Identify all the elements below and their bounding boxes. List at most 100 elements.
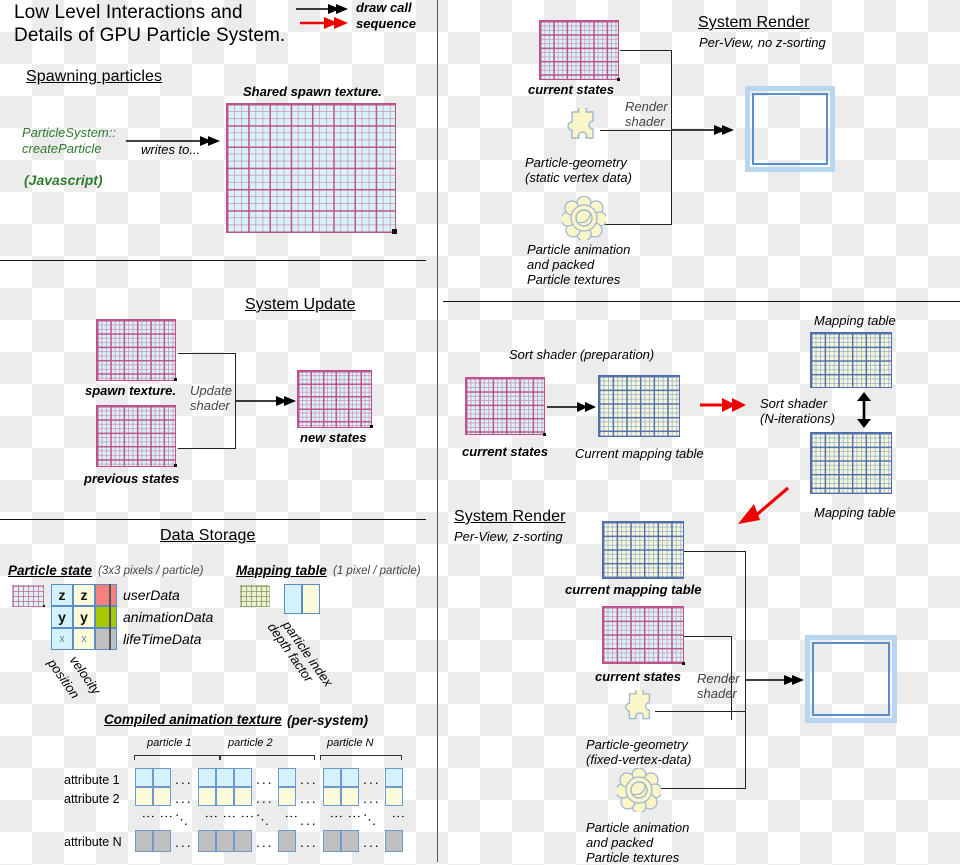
puzzle-piece-icon (624, 690, 651, 720)
render-bottom-shader-label-line1: Render (697, 671, 740, 686)
compiled-animation-ellipsis: ... (363, 771, 381, 787)
sort-mapping-table-top-label: Mapping table (814, 313, 896, 328)
render-bottom-animation-label-line1: Particle animation (586, 820, 690, 835)
puzzle-piece-icon (567, 108, 594, 139)
particle-state-row-label-1: animationData (123, 609, 214, 625)
particle-state-cell-1-2 (95, 606, 117, 628)
compiled-animation-diagonal-ellipsis: ⋱ (175, 812, 190, 827)
previous-states-input (96, 405, 176, 467)
update-shader-label-line2: shader (190, 398, 230, 413)
compiled-animation-ellipsis: ... (175, 771, 193, 787)
render-top-line-from-states (620, 50, 672, 52)
particle-state-row-label-0: userData (123, 587, 180, 603)
compiled-animation-diagonal-ellipsis: ⋱ (363, 812, 378, 827)
particle-state-cell-2-2 (95, 628, 117, 650)
gear-flower-icon (617, 768, 661, 812)
source-label-line2: createParticle (22, 141, 102, 156)
render-top-line-from-geometry (600, 130, 672, 132)
compiled-animation-vertical-ellipsis: ⋮ (159, 810, 174, 824)
compiled-animation-cell (135, 768, 153, 787)
render-bottom-line-from-animation (655, 788, 746, 790)
particle-state-third-column-divider (109, 584, 111, 650)
update-shader-line-bottom (178, 448, 236, 450)
render-bottom-outer-vertical (745, 551, 747, 789)
new-states-output-dot (370, 425, 373, 428)
compiled-animation-group-label-2: particle N (327, 737, 374, 749)
compiled-animation-vertical-ellipsis: ⋮ (329, 810, 344, 824)
render-top-output-arrow (672, 125, 734, 135)
compiled-animation-vertical-ellipsis: ⋮ (391, 810, 406, 824)
spawn-texture-input (96, 319, 176, 381)
compiled-animation-ellipsis: ... (175, 790, 193, 806)
compiled-animation-ellipsis: ... (300, 812, 318, 828)
render-top-geometry-label-line2: (static vertex data) (525, 170, 632, 185)
render-top-geometry-label-line1: Particle-geometry (525, 155, 627, 170)
legend-draw-call-label: draw call (356, 0, 412, 15)
compiled-animation-ellipsis: ... (256, 771, 274, 787)
render-top-animation-label-line2: and packed (527, 257, 595, 272)
render-top-current-states-texture (539, 20, 619, 80)
compiled-animation-diagonal-ellipsis: ⋱ (256, 812, 271, 827)
compiled-animation-vertical-ellipsis: ⋮ (240, 810, 255, 824)
compiled-animation-cell (216, 768, 234, 787)
compiled-animation-cell (216, 787, 234, 806)
compiled-animation-cell (198, 787, 216, 806)
screen-frame-inner (752, 93, 828, 165)
compiled-animation-ellipsis: ... (363, 790, 381, 806)
particle-state-cell-1-1: y (73, 606, 95, 628)
compiled-animation-bracket-1 (220, 755, 315, 760)
sort-iteration-double-arrow (857, 392, 871, 428)
compiled-animation-cell (135, 787, 153, 806)
render-bottom-geometry-label-line1: Particle-geometry (586, 737, 688, 752)
sort-mapping-table-bottom-texture (810, 432, 892, 494)
compiled-animation-cell (385, 787, 403, 806)
compiled-animation-cell (385, 830, 403, 852)
legend-sequence-arrow (300, 17, 348, 29)
sort-prep-label: Sort shader (preparation) (509, 347, 655, 362)
render-bottom-shader-label-line2: shader (697, 686, 737, 701)
compiled-animation-cell (153, 787, 171, 806)
sequence-arrow-to-sort (700, 398, 746, 412)
sort-shader-label-line2: (N-iterations) (760, 411, 836, 426)
mapping-table-subtitle: (1 pixel / particle) (333, 565, 421, 577)
diagram-canvas: Low Level Interactions and Details of GP… (0, 0, 960, 865)
compiled-animation-cell (234, 830, 252, 852)
compiled-animation-cell (323, 830, 341, 852)
divider-vertical-center (437, 0, 438, 862)
compiled-animation-cell (216, 830, 234, 852)
compiled-animation-vertical-ellipsis: ⋮ (284, 810, 299, 824)
compiled-animation-title: Compiled animation texture (104, 712, 282, 727)
compiled-animation-group-label-1: particle 2 (228, 737, 273, 749)
sort-mapping-table-top-texture (810, 332, 892, 388)
legend-sequence-label: sequence (356, 16, 416, 31)
section-title-data-storage: Data Storage (160, 527, 256, 544)
section-title-spawning: Spawning particles (26, 68, 163, 85)
compiled-animation-row-label-2: attribute N (64, 835, 122, 849)
compiled-animation-cell (323, 787, 341, 806)
compiled-animation-ellipsis: ... (300, 771, 318, 787)
gear-flower-icon (562, 196, 606, 240)
sort-current-mapping-table-texture (598, 375, 680, 437)
sort-prep-arrow (547, 402, 596, 412)
sort-current-states-dot (543, 433, 546, 436)
render-bottom-animation-label-line3: Particle textures (586, 850, 680, 865)
sequence-arrow-to-render (738, 486, 790, 524)
previous-states-input-dot (174, 464, 177, 467)
render-top-shader-label-line1: Render (625, 99, 668, 114)
compiled-animation-ellipsis: ... (256, 790, 274, 806)
particle-state-thumbnail (12, 585, 44, 607)
render-bottom-animation-label-line2: and packed (586, 835, 654, 850)
compiled-animation-cell (153, 768, 171, 787)
sort-shader-label-line1: Sort shader (760, 396, 828, 411)
particle-state-cell-0-2 (95, 584, 117, 606)
compiled-animation-row-label-0: attribute 1 (64, 773, 120, 787)
particle-state-cell-2-1: x (73, 628, 95, 650)
compiled-animation-bracket-2 (320, 755, 402, 760)
render-bottom-current-mapping-texture (602, 521, 684, 579)
mapping-table-cell-particle-index (284, 584, 302, 614)
update-shader-line-top (178, 353, 236, 355)
previous-states-input-label: previous states (84, 471, 180, 486)
spawn-texture-input-dot (174, 378, 177, 381)
compiled-animation-cell (323, 768, 341, 787)
compiled-animation-row-label-1: attribute 2 (64, 792, 120, 806)
